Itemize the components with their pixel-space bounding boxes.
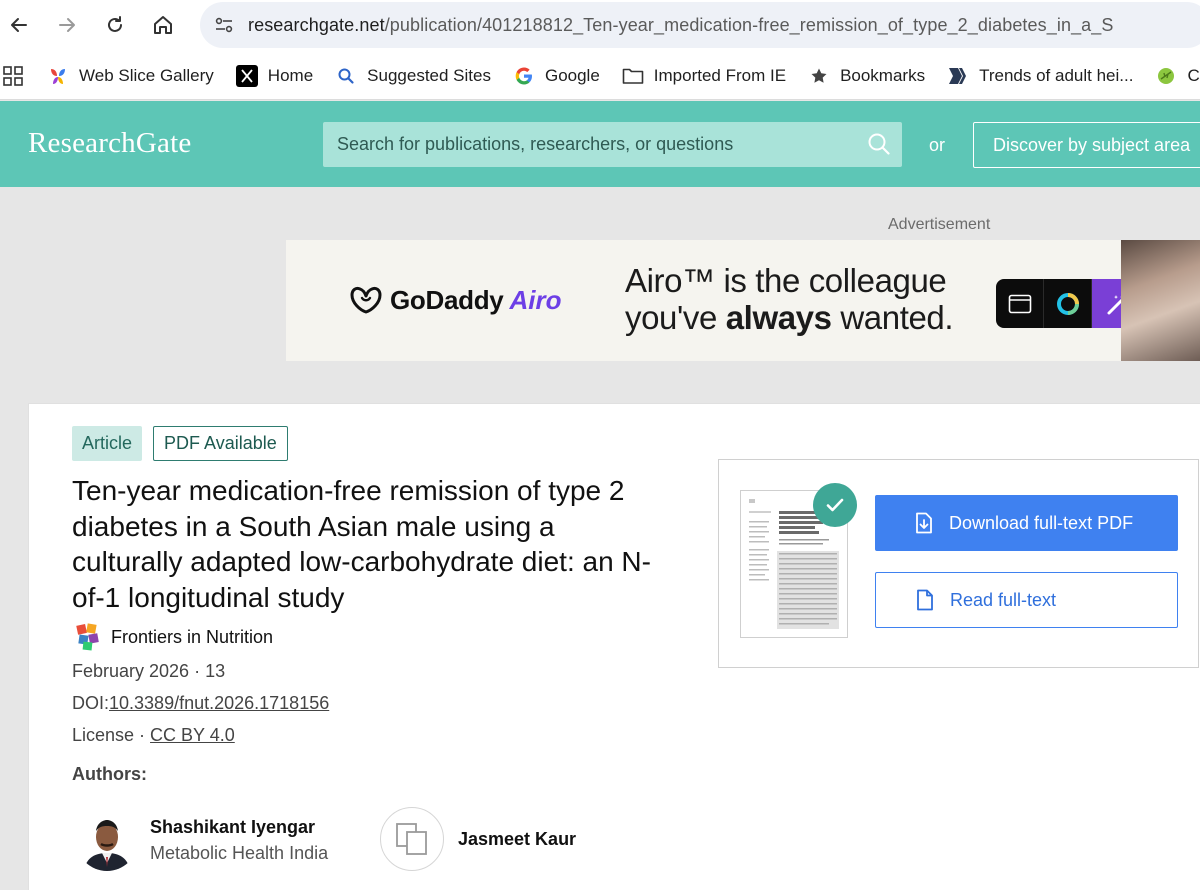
ad-banner[interactable]: GoDaddy Airo Airo™ is the colleague you'… [286,240,1200,361]
document-icon [914,588,936,612]
bookmark-suggested-sites[interactable]: Suggested Sites [335,65,491,87]
ad-line-2-bold: always [725,299,832,336]
bookmark-web-slice-gallery[interactable]: Web Slice Gallery [47,65,214,87]
bookmark-label: Trends of adult hei... [979,65,1134,85]
doi-row: DOI:10.3389/fnut.2026.1718156 [72,693,329,714]
author-name[interactable]: Shashikant Iyengar [150,817,328,838]
author-card[interactable]: Shashikant Iyengar Metabolic Health Indi… [76,809,328,871]
doi-link[interactable]: 10.3389/fnut.2026.1718156 [109,693,329,713]
avatar[interactable] [76,809,138,871]
apps-grid-icon[interactable] [3,61,23,91]
license-label: License · [72,725,151,745]
download-pdf-button[interactable]: Download full-text PDF [875,495,1178,551]
bookmark-home[interactable]: Home [235,64,314,87]
license-link[interactable]: CC BY 4.0 [150,725,235,745]
ad-line-2-post: wanted. [831,299,954,336]
ring-icon [1044,279,1092,328]
author-card[interactable]: Jasmeet Kaur [380,807,576,871]
bookmark-google[interactable]: Google [513,65,600,87]
bookmark-trends-adult-height[interactable]: Trends of adult hei... [947,65,1133,87]
bookmark-c[interactable]: C [1155,65,1200,87]
authors-heading: Authors: [72,764,147,784]
doi-label: DOI: [72,693,110,713]
researchgate-logo[interactable]: ResearchGate [28,127,191,160]
url-host: researchgate.net [248,14,385,35]
or-text: or [929,135,946,155]
search-box[interactable] [323,122,902,167]
search-input[interactable] [323,122,843,167]
bookmark-label: C [1187,65,1200,85]
journal-name: Frontiers in Nutrition [111,626,274,647]
avatar-placeholder-icon[interactable] [380,807,444,871]
ad-line-2: you've always wanted. [625,299,954,336]
bookmark-label: Suggested Sites [367,65,491,85]
download-file-icon [913,511,935,535]
ad-line-2-pre: you've [625,299,726,336]
bookmark-bookmarks[interactable]: Bookmarks [808,65,925,87]
bookmark-label: Google [544,65,600,85]
godaddy-logo: GoDaddy Airo [348,284,561,316]
search-icon[interactable] [866,131,892,162]
checkmark-icon [813,483,857,527]
author-info: Shashikant Iyengar Metabolic Health Indi… [150,817,328,864]
leaf-icon [1155,65,1177,87]
x-logo-icon [235,64,258,87]
full-text-panel: Download full-text PDF Read full-text [718,459,1199,668]
airo-wordmark: Airo [509,284,562,315]
publication-date: February 2026 · 13 [72,661,226,681]
read-full-text-label: Read full-text [950,589,1057,610]
advertisement-label: Advertisement [888,216,991,233]
author-name[interactable]: Jasmeet Kaur [458,829,576,850]
ad-line-1: Airo™ is the colleague [625,262,947,299]
bookmark-page-icon [947,65,969,87]
article-card: Article PDF Available Ten-year medicatio… [28,403,1200,890]
url-text[interactable]: researchgate.net/publication/401218812_T… [248,15,1114,36]
star-icon [808,65,830,87]
home-icon[interactable] [146,8,180,42]
back-icon[interactable] [2,8,36,42]
url-path: /publication/401218812_Ten-year_medicati… [384,14,1114,35]
bookmark-label: Home [267,65,314,85]
bookmarks-bar: Web Slice Gallery Home Suggested Sites G… [0,52,1200,100]
ad-photo [1121,240,1200,361]
pdf-available-badge: PDF Available [153,426,288,461]
article-title: Ten-year medication-free remission of ty… [72,475,651,613]
search-icon [335,65,357,87]
web-slice-icon [47,65,69,87]
discover-subject-button[interactable]: Discover by subject area [973,122,1200,168]
bookmark-imported-from-ie[interactable]: Imported From IE [622,65,786,87]
bookmark-label: Imported From IE [653,65,787,85]
ad-headline: Airo™ is the colleague you've always wan… [625,262,954,336]
article-badge: Article [72,426,143,461]
read-full-text-button[interactable]: Read full-text [875,572,1178,628]
browser-toolbar: researchgate.net/publication/401218812_T… [0,0,1200,52]
reload-icon[interactable] [98,8,132,42]
frontiers-logo-icon [76,623,99,651]
address-bar[interactable]: researchgate.net/publication/401218812_T… [200,2,1200,48]
site-header: ResearchGate or Discover by subject area [0,101,1200,187]
download-pdf-label: Download full-text PDF [949,512,1134,533]
window-icon [996,279,1044,328]
author-info: Jasmeet Kaur [458,829,576,850]
google-icon [513,65,535,87]
folder-icon [622,65,644,87]
godaddy-icon [350,286,382,314]
journal-link[interactable]: Frontiers in Nutrition [75,623,273,651]
godaddy-wordmark: GoDaddy [390,284,504,315]
bookmark-label: Web Slice Gallery [79,65,214,85]
site-info-icon[interactable] [204,5,244,45]
forward-icon[interactable] [50,8,84,42]
bookmark-label: Bookmarks [840,65,926,85]
author-affiliation: Metabolic Health India [150,842,329,863]
license-row: License · CC BY 4.0 [72,725,235,746]
